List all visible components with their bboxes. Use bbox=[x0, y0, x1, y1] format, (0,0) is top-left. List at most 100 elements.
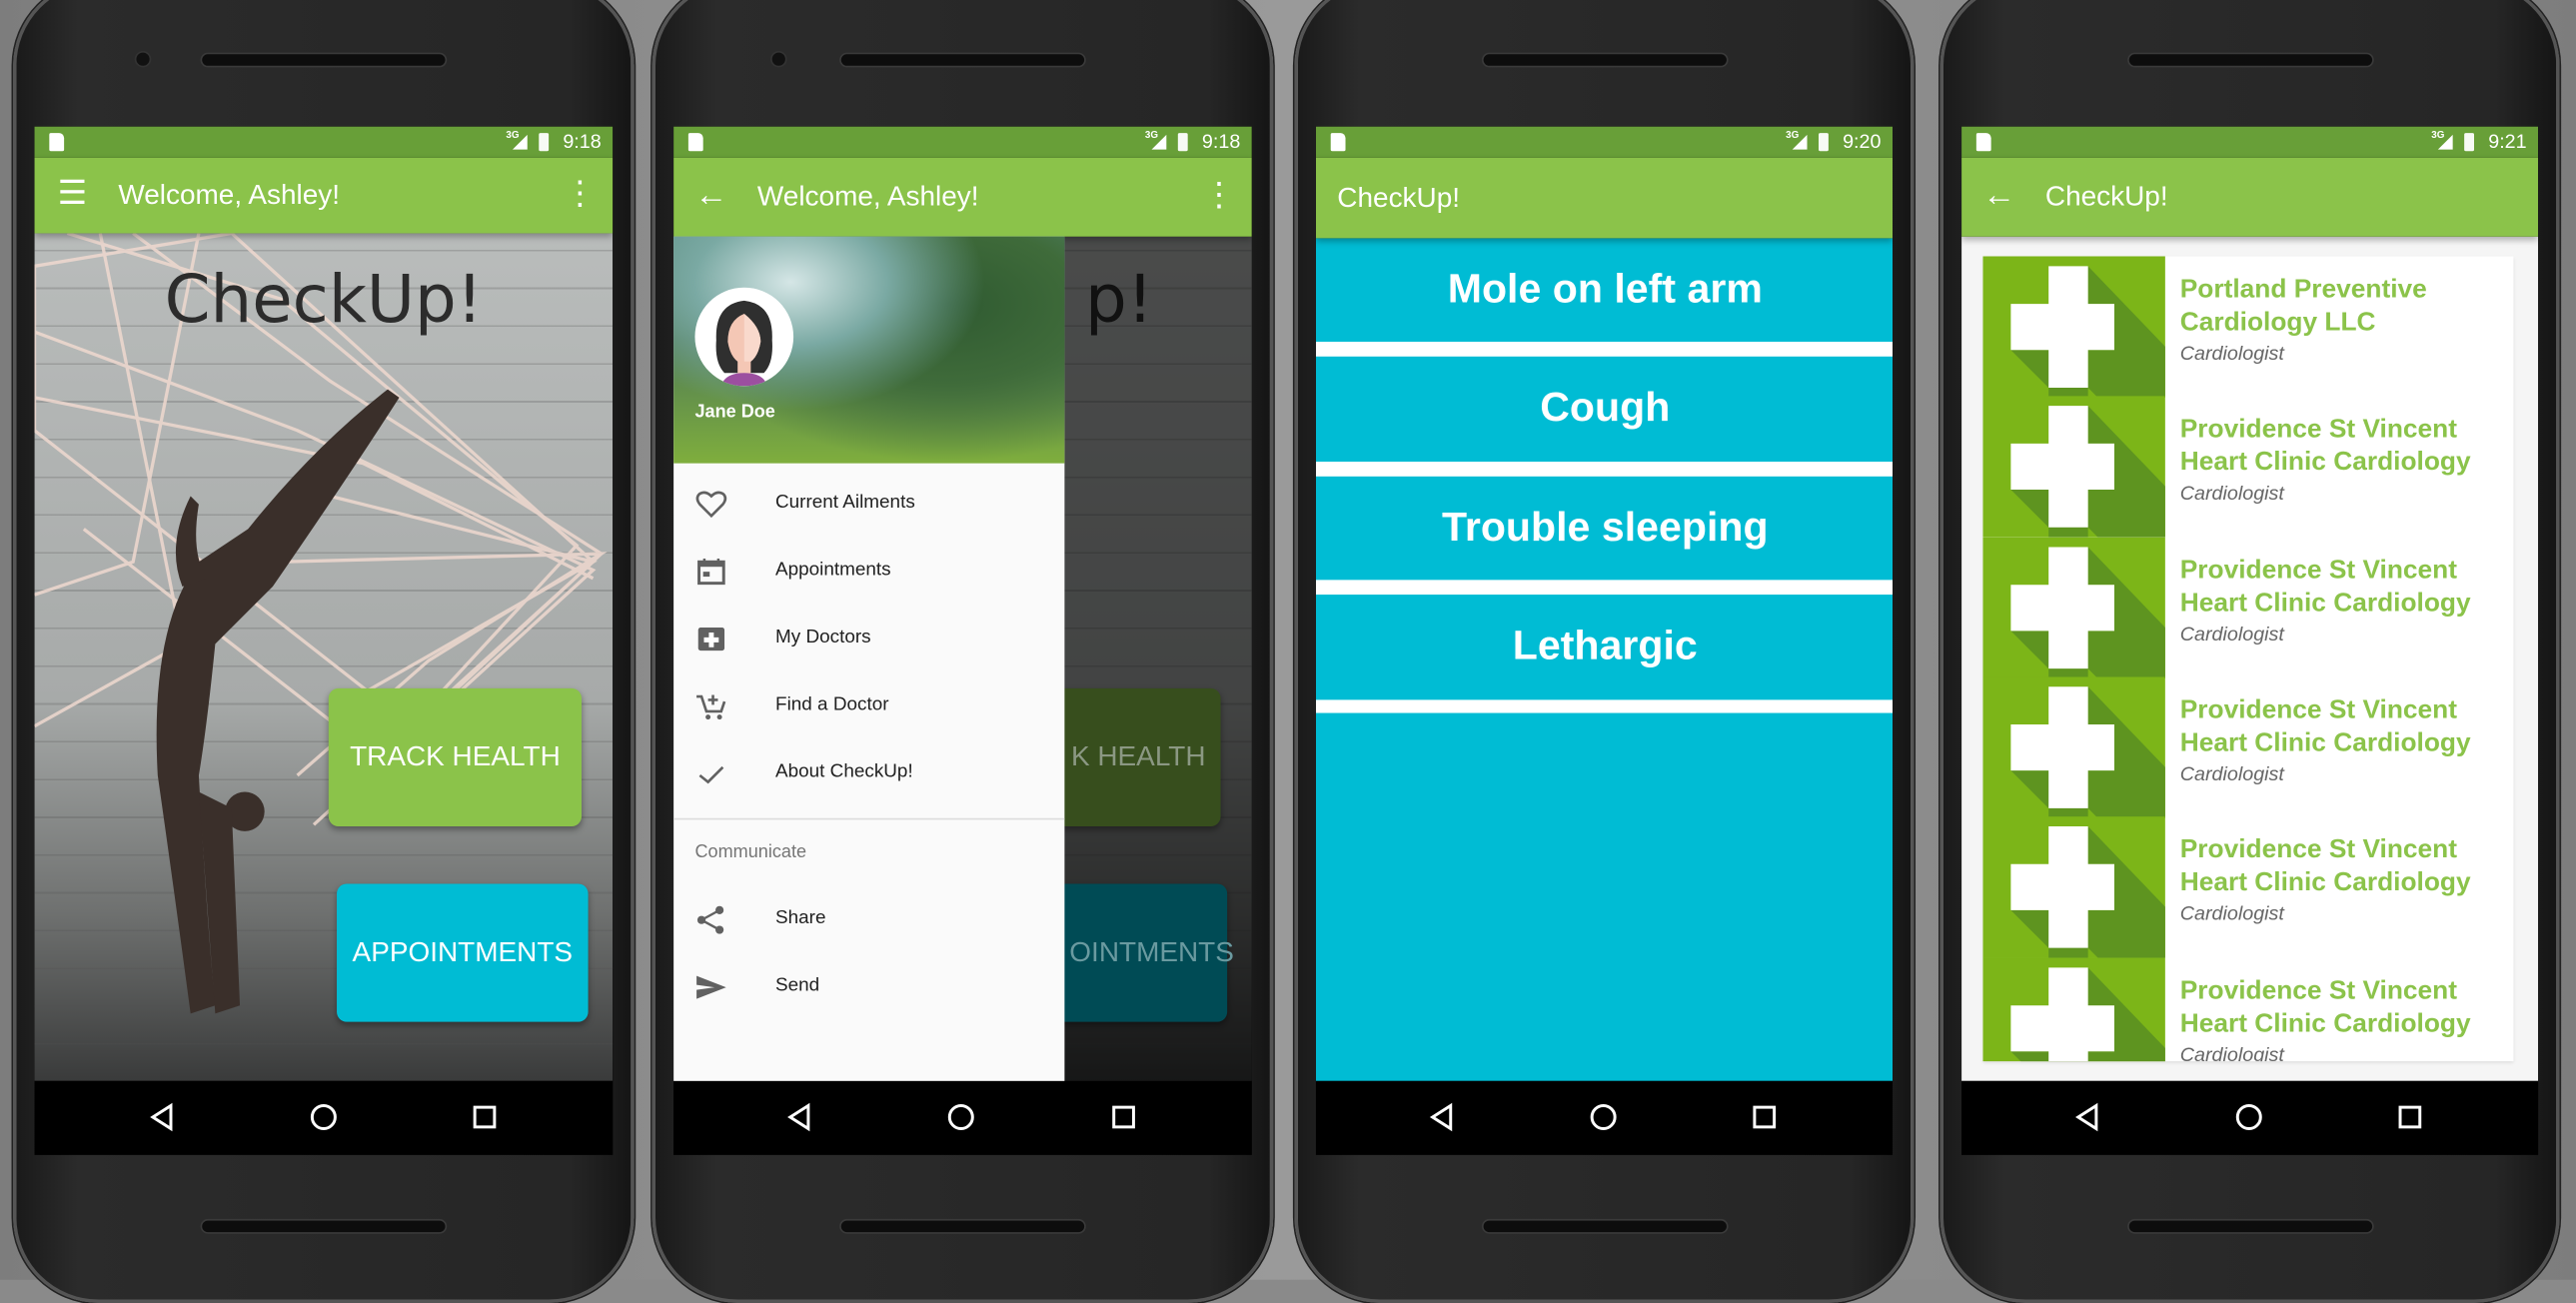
screen-doctors: 3G 9:21 ← CheckUp! Portland Preventive C… bbox=[1961, 126, 2539, 1155]
doctor-specialty: Cardiologist bbox=[2179, 761, 2284, 785]
home-nav-icon[interactable] bbox=[944, 1101, 977, 1134]
doctor-list-item[interactable]: Providence St Vincent Heart Clinic Cardi… bbox=[1982, 676, 2513, 818]
ailment-item[interactable]: Lethargic bbox=[1315, 595, 1894, 698]
status-bar: 3G 9:18 bbox=[34, 126, 614, 158]
sd-card-icon bbox=[1975, 133, 1991, 152]
recents-nav-icon[interactable] bbox=[1107, 1101, 1140, 1134]
speaker-bottom bbox=[2126, 1218, 2373, 1234]
send-icon bbox=[694, 971, 727, 1004]
doctor-list-item[interactable]: Providence St Vincent Heart Clinic Cardi… bbox=[1982, 816, 2513, 958]
doctor-list-item[interactable]: Providence St Vincent Heart Clinic Cardi… bbox=[1982, 536, 2513, 678]
front-camera bbox=[770, 50, 787, 68]
battery-icon bbox=[1819, 133, 1829, 152]
user-avatar-icon bbox=[715, 300, 772, 387]
back-arrow-icon[interactable]: ← bbox=[691, 176, 730, 215]
back-arrow-icon[interactable]: ← bbox=[1979, 176, 2018, 215]
calendar-icon bbox=[694, 556, 727, 589]
home-nav-icon[interactable] bbox=[1587, 1101, 1620, 1134]
add-cart-icon bbox=[694, 690, 727, 723]
divider bbox=[1315, 341, 1894, 357]
doctor-list-item[interactable]: Portland Preventive Cardiology LLC Cardio… bbox=[1982, 256, 2513, 398]
doctors-list: Portland Preventive Cardiology LLC Cardio… bbox=[1961, 236, 2539, 1081]
sd-card-icon bbox=[49, 133, 65, 152]
doctor-list-item[interactable]: Providence St Vincent Heart Clinic Cardi… bbox=[1982, 396, 2513, 539]
drawer-item-share[interactable]: Share bbox=[673, 888, 1064, 950]
medical-cross-icon bbox=[1982, 396, 2165, 539]
user-name: Jane Doe bbox=[694, 402, 775, 423]
appointments-button[interactable]: APPOINTMENTS bbox=[337, 883, 589, 1022]
drawer-item-label: Share bbox=[775, 908, 826, 928]
back-nav-icon[interactable] bbox=[1426, 1101, 1459, 1134]
doctor-name: Providence St Vincent Heart Clinic Cardi… bbox=[2179, 836, 2471, 897]
battery-icon bbox=[2464, 133, 2475, 152]
toolbar: ← Welcome, Ashley! ⋮ bbox=[673, 157, 1252, 237]
avatar[interactable] bbox=[694, 287, 794, 387]
back-nav-icon[interactable] bbox=[783, 1101, 816, 1134]
medical-cross-icon bbox=[1982, 536, 2165, 678]
recents-nav-icon[interactable] bbox=[2393, 1101, 2426, 1134]
drawer-divider bbox=[673, 817, 1065, 820]
recents-nav-icon[interactable] bbox=[1748, 1101, 1781, 1134]
ailment-item[interactable]: Mole on left arm bbox=[1315, 238, 1894, 342]
drawer-item-current-ailments[interactable]: Current Ailments bbox=[673, 474, 1064, 536]
battery-icon bbox=[1177, 133, 1188, 152]
doctor-name: Providence St Vincent Heart Clinic Cardi… bbox=[2179, 416, 2471, 478]
recents-nav-icon[interactable] bbox=[469, 1101, 502, 1134]
back-nav-icon[interactable] bbox=[2071, 1101, 2104, 1134]
doctor-specialty: Cardiologist bbox=[2179, 901, 2284, 925]
speaker-bottom bbox=[200, 1218, 448, 1234]
more-vert-icon[interactable]: ⋮ bbox=[561, 174, 600, 213]
app-logo: CheckUp! bbox=[164, 263, 484, 339]
speaker bbox=[1481, 52, 1728, 68]
clock: 9:18 bbox=[1201, 129, 1241, 153]
battery-icon bbox=[539, 133, 550, 152]
home-nav-icon[interactable] bbox=[307, 1101, 340, 1134]
track-health-partial-label: K HEALTH bbox=[1070, 740, 1206, 772]
drawer-item-label: Find a Doctor bbox=[775, 694, 889, 715]
screen-drawer: 3G 9:18 ← Welcome, Ashley! ⋮ p! K HEALTH… bbox=[673, 126, 1252, 1155]
more-vert-icon[interactable]: ⋮ bbox=[1199, 176, 1238, 215]
ailments-list: Mole on left arm Cough Trouble sleeping … bbox=[1315, 238, 1894, 1081]
signal-icon bbox=[1151, 134, 1167, 150]
speaker bbox=[200, 52, 448, 68]
speaker bbox=[2126, 52, 2373, 68]
track-health-button[interactable]: TRACK HEALTH bbox=[328, 687, 583, 826]
medical-cross-icon bbox=[1982, 676, 2165, 818]
ailment-item[interactable]: Cough bbox=[1315, 356, 1894, 461]
back-nav-icon[interactable] bbox=[146, 1101, 179, 1134]
screen-home: 3G 9:18 ☰ Welcome, Ashley! ⋮ CheckUp! TR… bbox=[34, 126, 614, 1155]
drawer-item-label: About CheckUp! bbox=[775, 761, 913, 782]
navigation-bar bbox=[1961, 1080, 2539, 1155]
check-icon bbox=[694, 757, 727, 790]
divider bbox=[1315, 580, 1894, 596]
doctor-list-item[interactable]: Providence St Vincent Heart Clinic Cardi… bbox=[1982, 956, 2513, 1062]
drawer-item-about[interactable]: About CheckUp! bbox=[673, 742, 1064, 804]
home-nav-icon[interactable] bbox=[2232, 1101, 2265, 1134]
toolbar-title: CheckUp! bbox=[1337, 182, 1461, 214]
ailment-item[interactable]: Trouble sleeping bbox=[1315, 476, 1894, 581]
medical-cross-icon bbox=[1982, 256, 2165, 398]
doctor-name: Providence St Vincent Heart Clinic Cardi… bbox=[2179, 695, 2471, 757]
drawer-header: Jane Doe bbox=[673, 236, 1065, 464]
appointments-partial-label: OINTMENTS bbox=[1069, 936, 1234, 968]
drawer-item-find-doctor[interactable]: Find a Doctor bbox=[673, 675, 1064, 737]
doctor-specialty: Cardiologist bbox=[2179, 622, 2284, 646]
divider bbox=[1315, 461, 1894, 477]
drawer-item-appointments[interactable]: Appointments bbox=[673, 541, 1064, 603]
medical-cross-icon bbox=[1982, 956, 2165, 1062]
speaker-bottom bbox=[1481, 1218, 1728, 1234]
speaker bbox=[839, 52, 1086, 68]
signal-icon bbox=[512, 134, 528, 150]
doctor-specialty: Cardiologist bbox=[2179, 482, 2284, 506]
doctor-name: Providence St Vincent Heart Clinic Cardi… bbox=[2179, 556, 2471, 618]
drawer-item-send[interactable]: Send bbox=[673, 956, 1064, 1018]
drawer-item-label: Current Ailments bbox=[775, 493, 915, 513]
drawer-item-label: Appointments bbox=[775, 560, 891, 581]
signal-icon bbox=[2437, 134, 2453, 150]
drawer-item-my-doctors[interactable]: My Doctors bbox=[673, 608, 1064, 669]
sd-card-icon bbox=[1330, 133, 1346, 152]
front-camera bbox=[134, 50, 152, 68]
toolbar-title: Welcome, Ashley! bbox=[756, 180, 979, 213]
toolbar: CheckUp! bbox=[1315, 157, 1894, 239]
hamburger-icon[interactable]: ☰ bbox=[53, 174, 92, 213]
